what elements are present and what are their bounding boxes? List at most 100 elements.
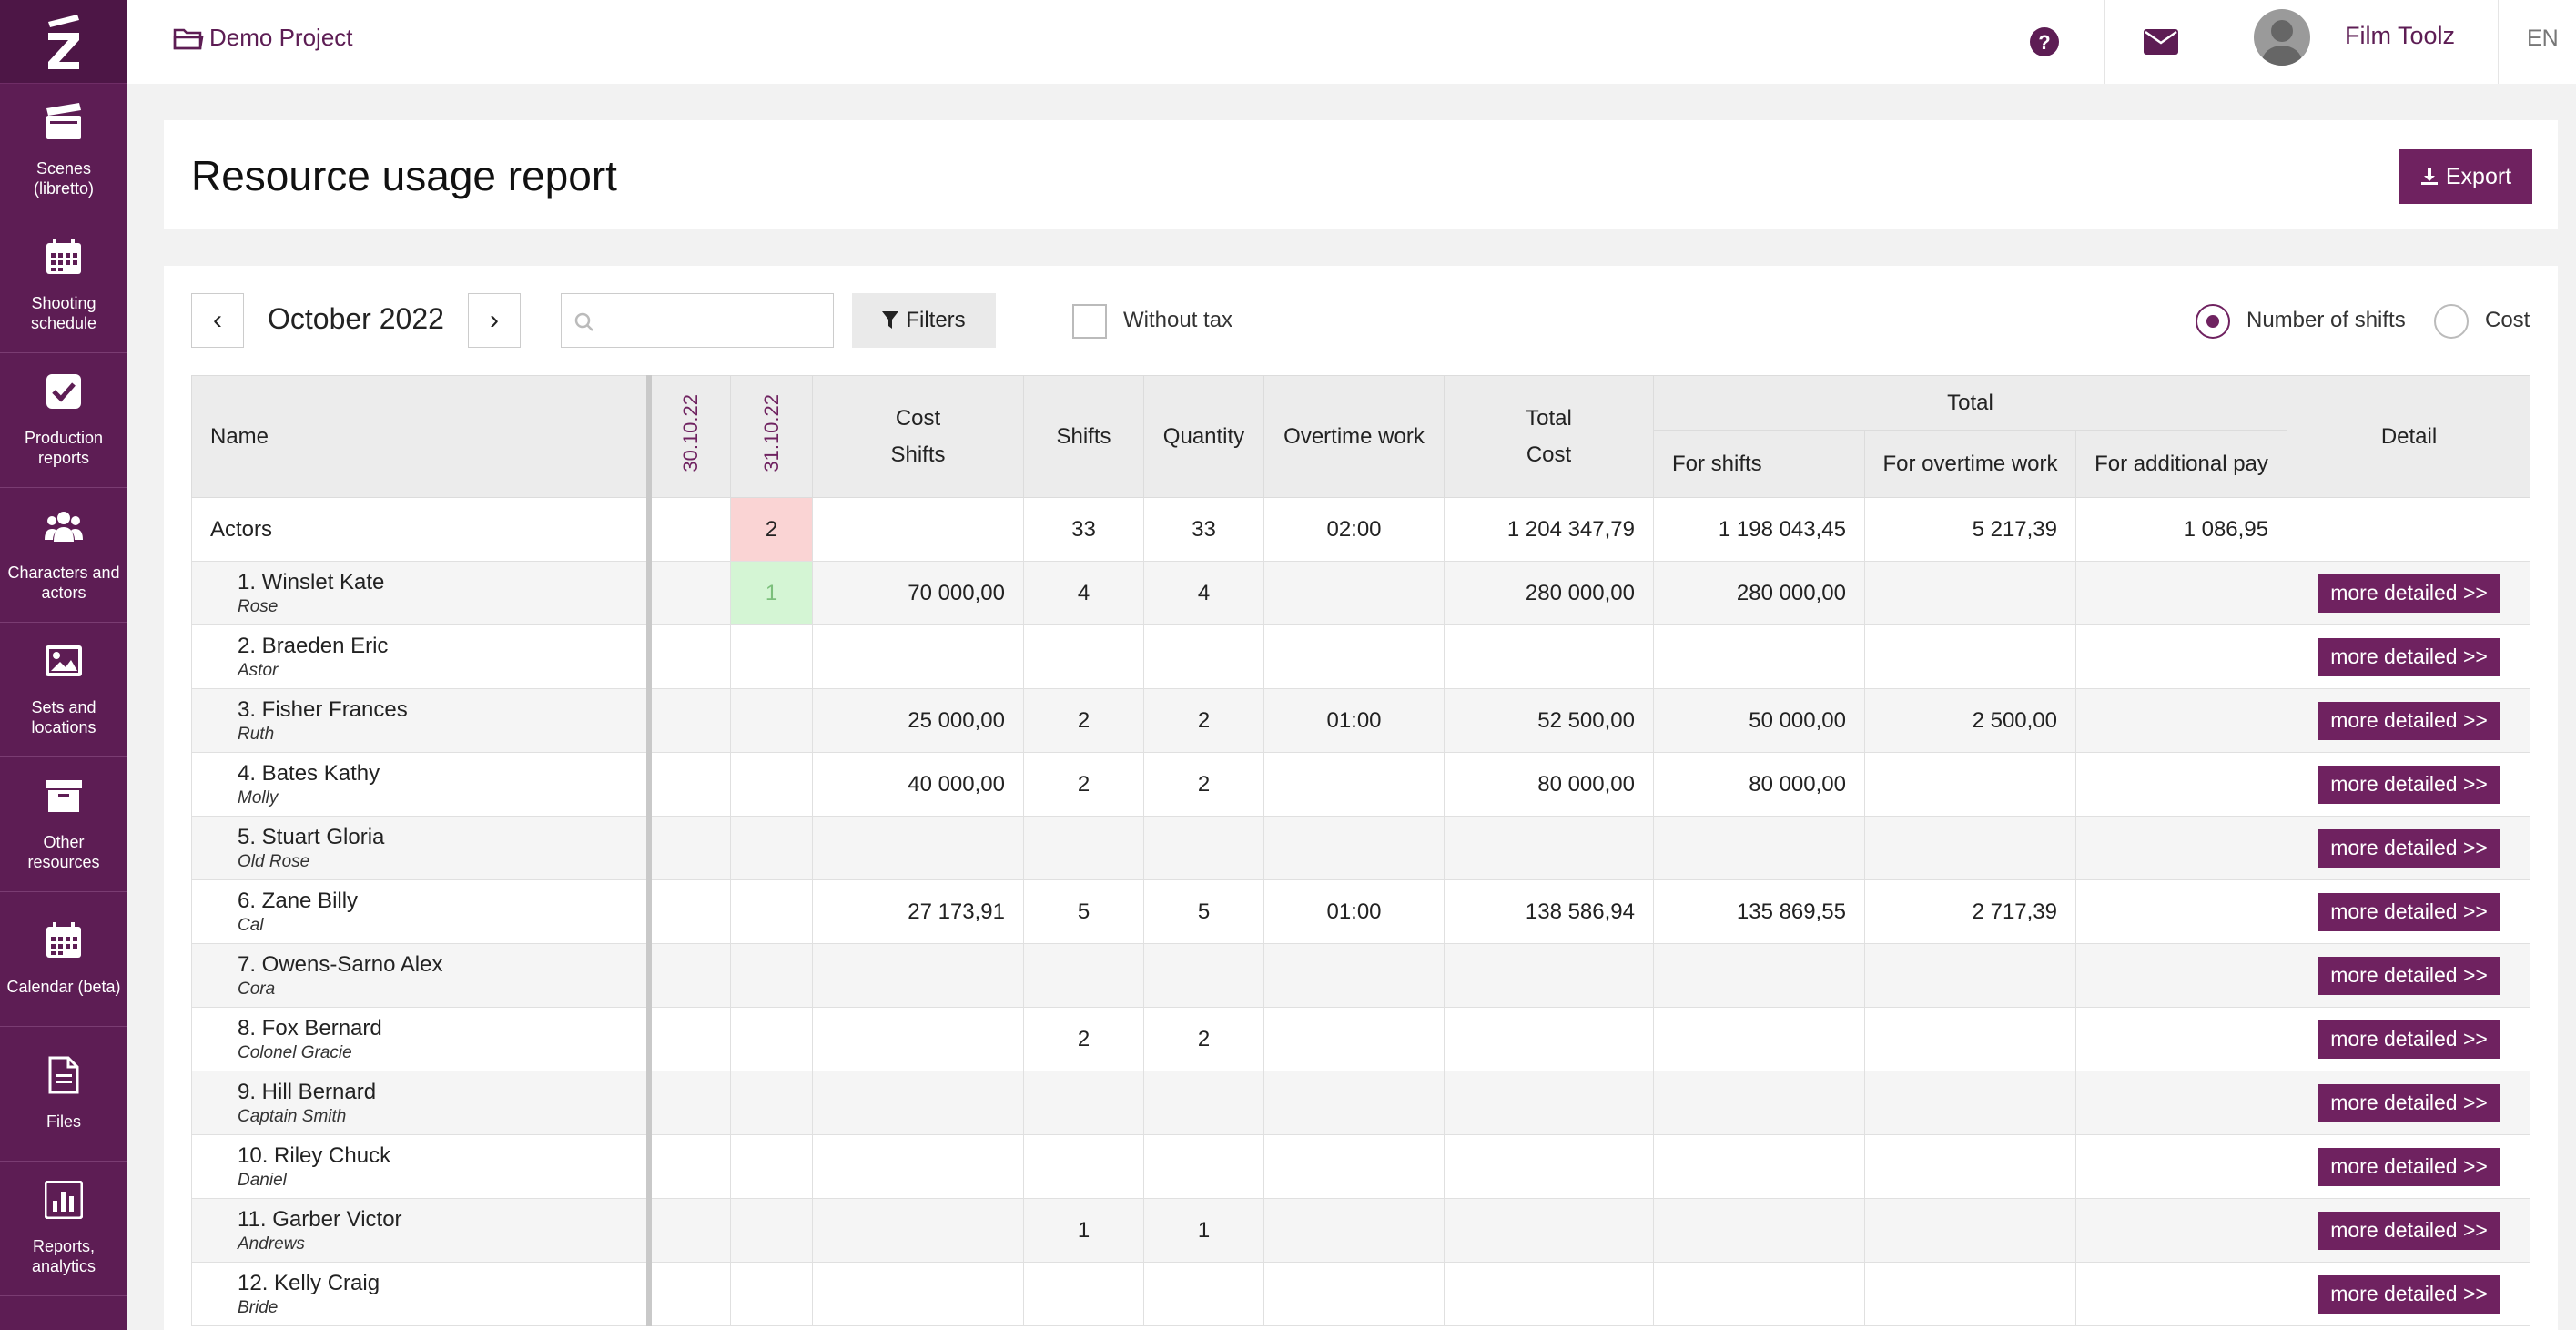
cell-detail: more detailed >> — [2287, 943, 2530, 1008]
radio-number-of-shifts[interactable] — [2196, 304, 2230, 339]
cell-total-cost — [1444, 1134, 1654, 1199]
cell-for-overtime — [1864, 1007, 2076, 1071]
role-name: Captain Smith — [238, 1106, 347, 1126]
sidebar-item-sets-and-locations[interactable]: Sets and locations — [0, 623, 127, 757]
cell-overtime — [1263, 1134, 1445, 1199]
role-name: Ruth — [238, 724, 275, 744]
project-link[interactable]: Demo Project — [173, 24, 353, 52]
prev-month-button[interactable]: ‹ — [191, 293, 244, 348]
sidebar-item-label: Sets and locations — [31, 698, 96, 736]
help-button[interactable]: ? — [2017, 0, 2072, 84]
col-header-overtime[interactable]: Overtime work — [1263, 375, 1445, 498]
without-tax-label[interactable]: Without tax — [1123, 308, 1232, 333]
calendar-icon — [45, 238, 83, 293]
next-month-button[interactable]: › — [468, 293, 521, 348]
header-line: Cost — [895, 405, 941, 431]
more-detailed-button[interactable]: more detailed >> — [2317, 701, 2500, 740]
cell-for-shifts — [1653, 943, 1865, 1008]
more-detailed-button[interactable]: more detailed >> — [2317, 1147, 2500, 1186]
topbar-divider — [2104, 0, 2105, 84]
sidebar-item-label: Other resources — [27, 833, 100, 871]
radio-number-of-shifts-label[interactable]: Number of shifts — [2246, 308, 2406, 333]
col-header-quantity[interactable]: Quantity — [1143, 375, 1264, 498]
cell-cost — [812, 624, 1024, 689]
col-header-for-additional[interactable]: For additional pay — [2074, 430, 2288, 498]
sidebar-item-calendar-beta[interactable]: Calendar (beta) — [0, 892, 127, 1027]
col-header-date[interactable]: 31.10.22 — [730, 375, 813, 498]
search-input[interactable] — [602, 303, 820, 340]
more-detailed-button[interactable]: more detailed >> — [2317, 956, 2500, 995]
table-row: 3. Fisher Frances Ruth 25 000,00 2 2 01:00 52 … — [191, 688, 2530, 753]
more-detailed-button[interactable]: more detailed >> — [2317, 637, 2500, 676]
col-header-date[interactable]: 30.10.22 — [648, 375, 731, 498]
cell-date2 — [730, 816, 813, 880]
more-detailed-button[interactable]: more detailed >> — [2317, 828, 2500, 868]
avatar[interactable] — [2254, 9, 2310, 66]
cell-date1 — [648, 1007, 731, 1071]
cell-cost — [812, 497, 1024, 562]
more-detailed-button[interactable]: more detailed >> — [2317, 892, 2500, 931]
table-row: 12. Kelly Craig Bride more detailed >> — [191, 1262, 2530, 1326]
messages-button[interactable] — [2125, 0, 2197, 84]
date-label: 31.10.22 — [759, 394, 783, 472]
header-line: Shifts — [890, 442, 946, 467]
cell-for-shifts — [1653, 816, 1865, 880]
sidebar-item-files[interactable]: Files — [0, 1027, 127, 1162]
cell-total-cost — [1444, 816, 1654, 880]
more-detailed-button[interactable]: more detailed >> — [2317, 765, 2500, 804]
cell-for-overtime — [1864, 624, 2076, 689]
table-row: 5. Stuart Gloria Old Rose more detailed >> — [191, 816, 2530, 880]
more-detailed-button[interactable]: more detailed >> — [2317, 1211, 2500, 1250]
sidebar-item-shooting-schedule[interactable]: Shooting schedule — [0, 218, 127, 353]
col-header-cost-shifts[interactable]: Cost Shifts — [812, 375, 1024, 498]
cell-detail: more detailed >> — [2287, 1134, 2530, 1199]
sidebar-item-label: Files — [46, 1112, 81, 1131]
more-detailed-button[interactable]: more detailed >> — [2317, 1274, 2500, 1314]
cell-name: 12. Kelly Craig Bride — [191, 1262, 652, 1326]
cell-overtime: 01:00 — [1263, 688, 1445, 753]
cell-name: 2. Braeden Eric Astor — [191, 624, 652, 689]
filters-button[interactable]: Filters — [852, 293, 996, 348]
chart-icon — [44, 1180, 84, 1236]
app-logo[interactable] — [0, 0, 127, 84]
col-header-shifts[interactable]: Shifts — [1023, 375, 1144, 498]
more-detailed-button[interactable]: more detailed >> — [2317, 574, 2500, 613]
cell-for-overtime — [1864, 1262, 2076, 1326]
language-switch[interactable]: EN — [2527, 25, 2559, 52]
cell-date1 — [648, 1262, 731, 1326]
sidebar-item-other-resources[interactable]: Other resources — [0, 757, 127, 892]
sidebar: Scenes (libretto) Shooting schedule Produc… — [0, 0, 127, 1330]
more-detailed-button[interactable]: more detailed >> — [2317, 1020, 2500, 1059]
more-detailed-button[interactable]: more detailed >> — [2317, 1083, 2500, 1122]
cell-overtime — [1263, 1198, 1445, 1263]
radio-cost[interactable] — [2434, 304, 2469, 339]
cell-total-cost: 138 586,94 — [1444, 879, 1654, 944]
cell-for-overtime — [1864, 752, 2076, 817]
cell-for-shifts — [1653, 1262, 1865, 1326]
sidebar-item-characters-and-actors[interactable]: Characters and actors — [0, 488, 127, 623]
cell-shifts: 4 — [1023, 561, 1144, 625]
cell-name: 8. Fox Bernard Colonel Gracie — [191, 1007, 652, 1071]
role-name: Rose — [238, 596, 279, 616]
cell-date2 — [730, 688, 813, 753]
col-header-for-overtime[interactable]: For overtime work — [1864, 430, 2076, 498]
cell-for-additional — [2074, 1134, 2288, 1199]
cell-for-overtime — [1864, 1134, 2076, 1199]
sidebar-item-production-reports[interactable]: Production reports — [0, 353, 127, 488]
cell-quantity — [1143, 943, 1264, 1008]
user-name[interactable]: Film Toolz — [2345, 22, 2455, 50]
sidebar-item-reports-analytics[interactable]: Reports, analytics — [0, 1162, 127, 1296]
user-avatar-icon — [2262, 20, 2302, 66]
radio-cost-label[interactable]: Cost — [2485, 308, 2530, 333]
sidebar-item-scenes-libretto[interactable]: Scenes (libretto) — [0, 84, 127, 218]
cell-shifts: 1 — [1023, 1198, 1144, 1263]
col-header-name[interactable]: Name — [191, 375, 652, 498]
search-icon — [574, 312, 593, 331]
col-header-total-cost[interactable]: Total Cost — [1444, 375, 1654, 498]
export-button[interactable]: Export — [2399, 149, 2532, 204]
cell-total-cost: 80 000,00 — [1444, 752, 1654, 817]
table-row: 6. Zane Billy Cal 27 173,91 5 5 01:00 138 586,… — [191, 879, 2530, 944]
cell-overtime: 02:00 — [1263, 497, 1445, 562]
without-tax-checkbox[interactable] — [1072, 304, 1107, 339]
col-header-for-shifts[interactable]: For shifts — [1653, 430, 1865, 498]
